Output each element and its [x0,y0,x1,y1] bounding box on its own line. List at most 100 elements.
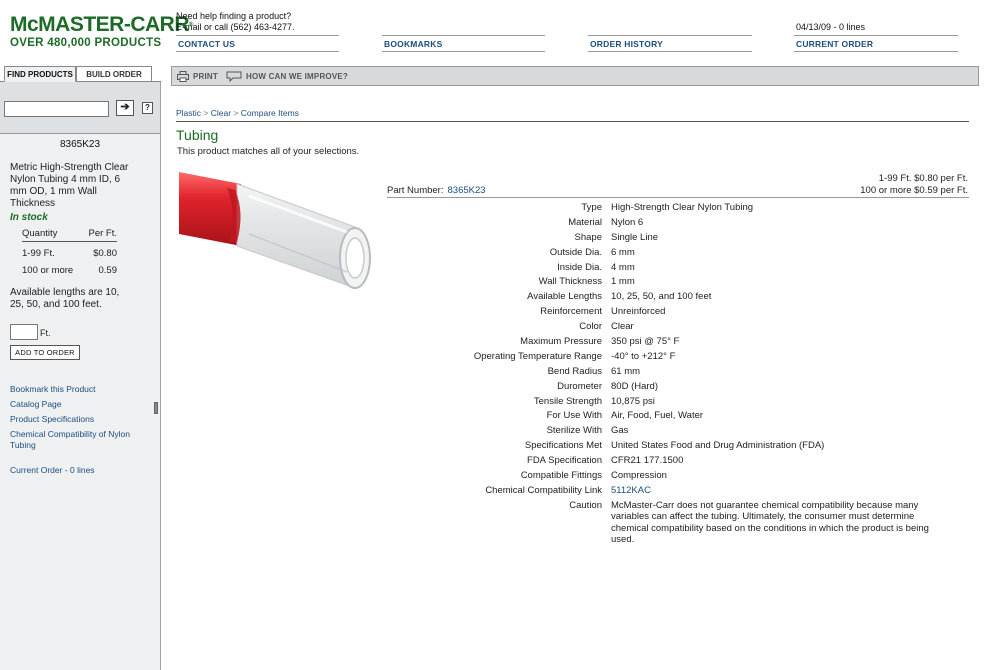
printer-icon [177,71,189,82]
spec-label: Compatible Fittings [520,470,602,482]
help-line-2: E-mail or call (562) 463-4277. [176,22,295,32]
tab-build-order[interactable]: BUILD ORDER [76,66,152,82]
chemical-compatibility-value-link[interactable]: 5112KAC [611,485,941,496]
help-line-1: Need help finding a product? [176,11,292,21]
spec-label: Maximum Pressure [520,336,602,348]
product-specifications-link[interactable]: Product Specifications [10,414,145,425]
qty-cell: 1-99 Ft. [22,248,55,259]
print-button[interactable]: PRINT [177,71,218,82]
part-number-value[interactable]: 8365K23 [448,185,486,196]
catalog-page-link[interactable]: Catalog Page [10,399,145,410]
spec-row-reinforcement: Reinforcement Unreinforced [400,306,941,321]
spec-value: 80D (Hard) [611,380,658,392]
price-cell: 0.59 [98,265,118,276]
per-ft-header: Per Ft. [88,228,117,239]
add-to-order-button[interactable]: ADD TO ORDER [10,345,80,360]
search-help-button[interactable]: ? [142,102,153,114]
spec-label: Operating Temperature Range [473,350,602,362]
nav-current-order[interactable]: CURRENT ORDER [794,35,958,52]
price-summary: 1-99 Ft. $0.80 per Ft. 100 or more $0.59… [860,173,968,197]
match-text: This product matches all of your selecti… [177,146,360,157]
improve-label: HOW CAN WE IMPROVE? [246,72,349,81]
sidebar-description: Metric High-Strength Clear Nylon Tubing … [10,162,129,209]
breadcrumb-separator: > [203,108,209,118]
spec-row-maximum-pressure: Maximum Pressure 350 psi @ 75° F [400,336,941,351]
spec-row-color: Color Clear [400,321,941,336]
current-order-link[interactable]: Current Order - 0 lines [10,465,145,476]
breadcrumb-compare-items[interactable]: Compare Items [241,108,299,118]
spec-label: Reinforcement [540,306,602,318]
mcmaster-logo[interactable]: McMASTER-CARR® OVER 480,000 PRODUCTS [10,13,193,50]
tab-find-products[interactable]: FIND PRODUCTS [4,66,76,82]
spec-row-type: Type High-Strength Clear Nylon Tubing [400,202,941,217]
spec-label: FDA Specification [527,455,602,467]
spec-label: Outside Dia. [549,246,602,258]
question-icon: ? [145,103,150,112]
spec-row-shape: Shape Single Line [400,232,941,247]
search-area: ➔ ? [0,82,160,134]
available-lengths: Available lengths are 10, 25, 50, and 10… [10,287,120,310]
nav-bookmarks[interactable]: BOOKMARKS [382,35,545,52]
spec-value: 6 mm [611,246,635,258]
breadcrumb-clear[interactable]: Clear [211,108,231,118]
spec-divider [387,197,969,198]
spec-label: Material [568,216,602,228]
arrow-right-icon: ➔ [120,101,130,113]
spec-row-tensile-strength: Tensile Strength 10,875 psi [400,396,941,411]
table-row: 1-99 Ft. $0.80 [22,248,117,259]
nav-order-history[interactable]: ORDER HISTORY [588,35,752,52]
spec-label: Available Lengths [527,291,602,303]
spec-value: McMaster-Carr does not guarantee chemica… [611,499,929,546]
sidebar-links: Bookmark this Product Catalog Page Produ… [10,384,145,480]
chemical-compatibility-link[interactable]: Chemical Compatibility of Nylon Tubing [10,429,145,451]
sidebar-tabs: FIND PRODUCTS BUILD ORDER [0,66,161,82]
spec-value: Nylon 6 [611,216,644,228]
title-divider [176,121,969,122]
order-date-lines: 04/13/09 - 0 lines [796,22,866,32]
spec-row-wall-thickness: Wall Thickness 1 mm [400,276,941,291]
spec-label: Chemical Compatibility Link [485,484,602,496]
spec-label: Color [579,321,602,333]
spec-value: 10,875 psi [611,395,655,407]
spec-label: Bend Radius [547,365,602,377]
spec-label: Shape [574,231,602,243]
improve-button[interactable]: HOW CAN WE IMPROVE? [226,71,348,82]
spec-row-specifications-met: Specifications Met United States Food and… [400,440,941,455]
spec-value: Compression [611,470,667,482]
spec-value: Single Line [611,231,659,243]
spec-row-caution: Caution McMaster-Carr does not guarantee … [400,500,941,546]
sidebar-part-number: 8365K23 [59,139,101,150]
search-go-button[interactable]: ➔ [116,100,134,116]
quantity-input[interactable] [10,324,38,340]
spec-value: 61 mm [611,365,641,377]
spec-row-fda-specification: FDA Specification CFR21 177.1500 [400,455,941,470]
nav-contact-us[interactable]: CONTACT US [176,35,339,52]
print-label: PRINT [193,72,218,81]
bookmark-product-link[interactable]: Bookmark this Product [10,384,145,395]
table-row: 100 or more 0.59 [22,265,117,276]
spec-row-compatible-fittings: Compatible Fittings Compression [400,470,941,485]
spec-value: Gas [611,425,629,437]
spec-row-bend-radius: Bend Radius 61 mm [400,366,941,381]
spec-value: 1 mm [611,276,635,288]
spec-label: Durometer [557,380,602,392]
panel-resize-handle[interactable] [154,402,158,414]
breadcrumb-separator: > [233,108,239,118]
spec-value: Air, Food, Fuel, Water [611,410,704,422]
spec-row-outside-dia: Outside Dia. 6 mm [400,247,941,262]
spec-value: Clear [611,321,634,333]
logo-text: McMASTER-CARR [10,13,190,36]
spec-label: Tensile Strength [533,395,602,407]
spec-label: Wall Thickness [538,276,602,288]
spec-row-sterilize-with: Sterilize With Gas [400,425,941,440]
tubing-product-image[interactable] [179,172,375,290]
part-number: Part Number: 8365K23 [387,185,486,196]
spec-label: Caution [569,499,602,511]
search-input[interactable] [4,101,109,117]
price-table: Quantity Per Ft. 1-99 Ft. $0.80 100 or m… [22,228,117,276]
stock-status: In stock [10,212,48,223]
spec-value: United States Food and Drug Administrati… [611,440,825,452]
spec-value: 10, 25, 50, and 100 feet [611,291,712,303]
breadcrumb-plastic[interactable]: Plastic [176,108,201,118]
spec-value: -40° to +212° F [611,350,676,362]
